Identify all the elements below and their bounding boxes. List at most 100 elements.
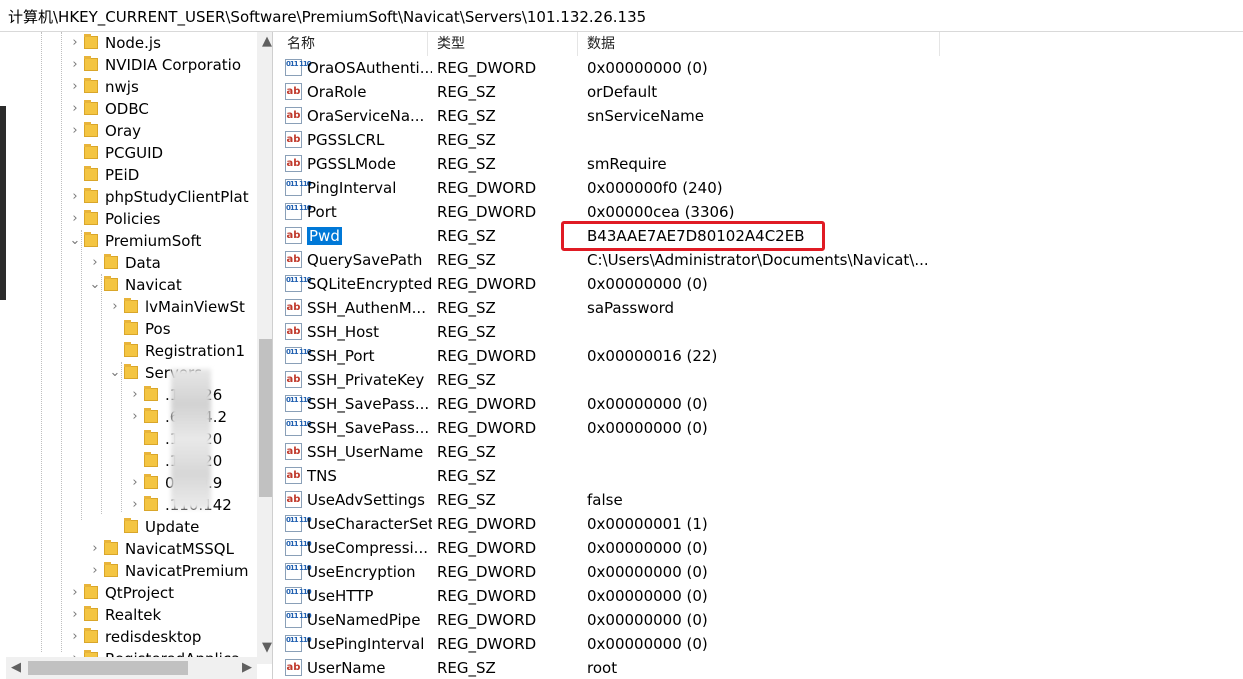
hscroll-thumb[interactable] bbox=[28, 661, 188, 675]
value-row[interactable]: 011 110 SQLiteEncrypted REG_DWORD 0x0000000… bbox=[278, 272, 1243, 296]
value-row[interactable]: 011 110 SSH_SavePass... REG_DWORD 0x0000000… bbox=[278, 392, 1243, 416]
highlight-box bbox=[561, 221, 825, 251]
chevron-right-icon[interactable] bbox=[69, 142, 81, 164]
value-type: REG_SZ bbox=[437, 323, 496, 341]
chevron-right-icon[interactable]: › bbox=[89, 560, 101, 582]
chevron-right-icon[interactable]: › bbox=[109, 296, 121, 318]
chevron-right-icon[interactable] bbox=[109, 318, 121, 340]
value-row[interactable]: ab OraRole REG_SZ orDefault bbox=[278, 80, 1243, 104]
tree-horizontal-scrollbar[interactable]: ◀ ▶ bbox=[6, 657, 257, 679]
value-row[interactable]: ab SSH_PrivateKey REG_SZ bbox=[278, 368, 1243, 392]
value-row[interactable]: ab SSH_Host REG_SZ bbox=[278, 320, 1243, 344]
folder-icon bbox=[144, 452, 158, 467]
tree-item[interactable]: ⌄ Navicat bbox=[89, 274, 256, 296]
tree-item[interactable]: › QtProject bbox=[69, 582, 256, 604]
value-row[interactable]: ab QuerySavePath REG_SZ C:\Users\Administra… bbox=[278, 248, 1243, 272]
tree-item[interactable]: ⌄ PremiumSoft bbox=[69, 230, 256, 252]
column-type-header[interactable]: 类型 bbox=[428, 32, 578, 56]
chevron-right-icon[interactable]: › bbox=[69, 98, 81, 120]
tree-item[interactable]: › Policies bbox=[69, 208, 256, 230]
value-row[interactable]: ab TNS REG_SZ bbox=[278, 464, 1243, 488]
chevron-right-icon[interactable]: › bbox=[129, 384, 141, 406]
chevron-right-icon[interactable]: › bbox=[69, 582, 81, 604]
tree-item[interactable]: › ODBC bbox=[69, 98, 256, 120]
column-name-header[interactable]: 名称 bbox=[278, 32, 428, 56]
chevron-right-icon[interactable]: › bbox=[69, 32, 81, 54]
value-row[interactable]: 011 110 PingInterval REG_DWORD 0x000000f0 (… bbox=[278, 176, 1243, 200]
tree-vertical-scrollbar[interactable]: ▲ ▼ bbox=[257, 32, 272, 664]
chevron-right-icon[interactable] bbox=[69, 164, 81, 186]
tree-guide-line bbox=[121, 362, 122, 512]
value-row[interactable]: ab UseAdvSettings REG_SZ false bbox=[278, 488, 1243, 512]
value-row[interactable]: ab PGSSLMode REG_SZ smRequire bbox=[278, 152, 1243, 176]
value-row[interactable]: 011 110 OraOSAuthenti... REG_DWORD 0x000000… bbox=[278, 56, 1243, 80]
value-row[interactable]: 011 110 SSH_SavePass... REG_DWORD 0x0000000… bbox=[278, 416, 1243, 440]
tree-item[interactable]: PEiD bbox=[69, 164, 256, 186]
tree-item[interactable]: › nwjs bbox=[69, 76, 256, 98]
value-data: 0x00000000 (0) bbox=[587, 275, 708, 293]
value-row[interactable]: 011 110 UseCharacterSet REG_DWORD 0x0000000… bbox=[278, 512, 1243, 536]
value-row[interactable]: 011 110 UseEncryption REG_DWORD 0x00000000 … bbox=[278, 560, 1243, 584]
chevron-right-icon[interactable]: › bbox=[69, 76, 81, 98]
chevron-right-icon[interactable]: › bbox=[69, 186, 81, 208]
tree-item[interactable]: › redisdesktop bbox=[69, 626, 256, 648]
chevron-right-icon[interactable] bbox=[129, 428, 141, 450]
chevron-right-icon[interactable] bbox=[109, 516, 121, 538]
chevron-down-icon[interactable]: ⌄ bbox=[109, 362, 121, 384]
reg-sz-icon: ab bbox=[285, 299, 302, 316]
tree-item[interactable]: Update bbox=[109, 516, 256, 538]
value-row[interactable]: 011 110 UsePingInterval REG_DWORD 0x0000000… bbox=[278, 632, 1243, 656]
value-type: REG_DWORD bbox=[437, 419, 537, 437]
tree-item-label: Oray bbox=[105, 122, 142, 140]
value-row[interactable]: ab UserName REG_SZ root bbox=[278, 656, 1243, 679]
tree-item[interactable]: › Node.js bbox=[69, 32, 256, 54]
value-type: REG_DWORD bbox=[437, 587, 537, 605]
chevron-right-icon[interactable]: › bbox=[69, 604, 81, 626]
tree-item[interactable]: PCGUID bbox=[69, 142, 256, 164]
tree-item[interactable]: › lvMainViewSt bbox=[109, 296, 256, 318]
chevron-right-icon[interactable]: › bbox=[129, 406, 141, 428]
tree-item[interactable]: › Data bbox=[89, 252, 256, 274]
registry-tree[interactable]: › Node.js › NVIDIA Corporatio › nwjs › ODBC › Ora… bbox=[6, 32, 273, 679]
value-row[interactable]: ab PGSSLCRL REG_SZ bbox=[278, 128, 1243, 152]
reg-dword-icon: 011 110 bbox=[285, 539, 312, 556]
tree-item[interactable]: › NavicatPremium bbox=[89, 560, 256, 582]
address-bar[interactable]: 计算机\HKEY_CURRENT_USER\Software\PremiumSo… bbox=[0, 0, 1243, 32]
tree-item[interactable]: Pos bbox=[109, 318, 256, 340]
value-row[interactable]: 011 110 UseNamedPipe REG_DWORD 0x00000000 (… bbox=[278, 608, 1243, 632]
value-name: SSH_UserName bbox=[307, 440, 432, 464]
chevron-right-icon[interactable]: › bbox=[69, 626, 81, 648]
scroll-up-arrow-icon[interactable]: ▲ bbox=[257, 32, 272, 52]
value-row[interactable]: 011 110 UseHTTP REG_DWORD 0x00000000 (0) bbox=[278, 584, 1243, 608]
chevron-right-icon[interactable]: › bbox=[129, 472, 141, 494]
value-row[interactable]: ab OraServiceNa... REG_SZ snServiceName bbox=[278, 104, 1243, 128]
tree-item[interactable]: › NavicatMSSQL bbox=[89, 538, 256, 560]
values-list[interactable]: 名称 类型 数据 011 110 OraOSAuthenti... REG_DWOR… bbox=[278, 32, 1243, 679]
chevron-right-icon[interactable] bbox=[129, 450, 141, 472]
chevron-right-icon[interactable]: › bbox=[89, 252, 101, 274]
chevron-right-icon[interactable]: › bbox=[89, 538, 101, 560]
chevron-right-icon[interactable]: › bbox=[69, 120, 81, 142]
chevron-right-icon[interactable]: › bbox=[69, 54, 81, 76]
folder-icon bbox=[84, 100, 98, 115]
tree-item[interactable]: Registration1 bbox=[109, 340, 256, 362]
scroll-left-arrow-icon[interactable]: ◀ bbox=[6, 657, 26, 679]
tree-item[interactable]: › Realtek bbox=[69, 604, 256, 626]
tree-item-label: NavicatPremium bbox=[125, 562, 249, 580]
chevron-down-icon[interactable]: ⌄ bbox=[69, 230, 81, 252]
tree-item[interactable]: › phpStudyClientPlat bbox=[69, 186, 256, 208]
tree-item[interactable]: › Oray bbox=[69, 120, 256, 142]
value-row[interactable]: 011 110 UseCompressi... REG_DWORD 0x0000000… bbox=[278, 536, 1243, 560]
scroll-down-arrow-icon[interactable]: ▼ bbox=[257, 638, 272, 658]
chevron-right-icon[interactable]: › bbox=[129, 494, 141, 516]
value-row[interactable]: 011 110 SSH_Port REG_DWORD 0x00000016 (22) bbox=[278, 344, 1243, 368]
column-data-header[interactable]: 数据 bbox=[578, 32, 940, 56]
value-row[interactable]: ab SSH_AuthenM... REG_SZ saPassword bbox=[278, 296, 1243, 320]
chevron-right-icon[interactable] bbox=[109, 340, 121, 362]
scroll-thumb[interactable] bbox=[259, 339, 272, 497]
scroll-right-arrow-icon[interactable]: ▶ bbox=[237, 657, 257, 679]
tree-item[interactable]: › NVIDIA Corporatio bbox=[69, 54, 256, 76]
chevron-right-icon[interactable]: › bbox=[69, 208, 81, 230]
chevron-down-icon[interactable]: ⌄ bbox=[89, 274, 101, 296]
value-row[interactable]: ab SSH_UserName REG_SZ bbox=[278, 440, 1243, 464]
